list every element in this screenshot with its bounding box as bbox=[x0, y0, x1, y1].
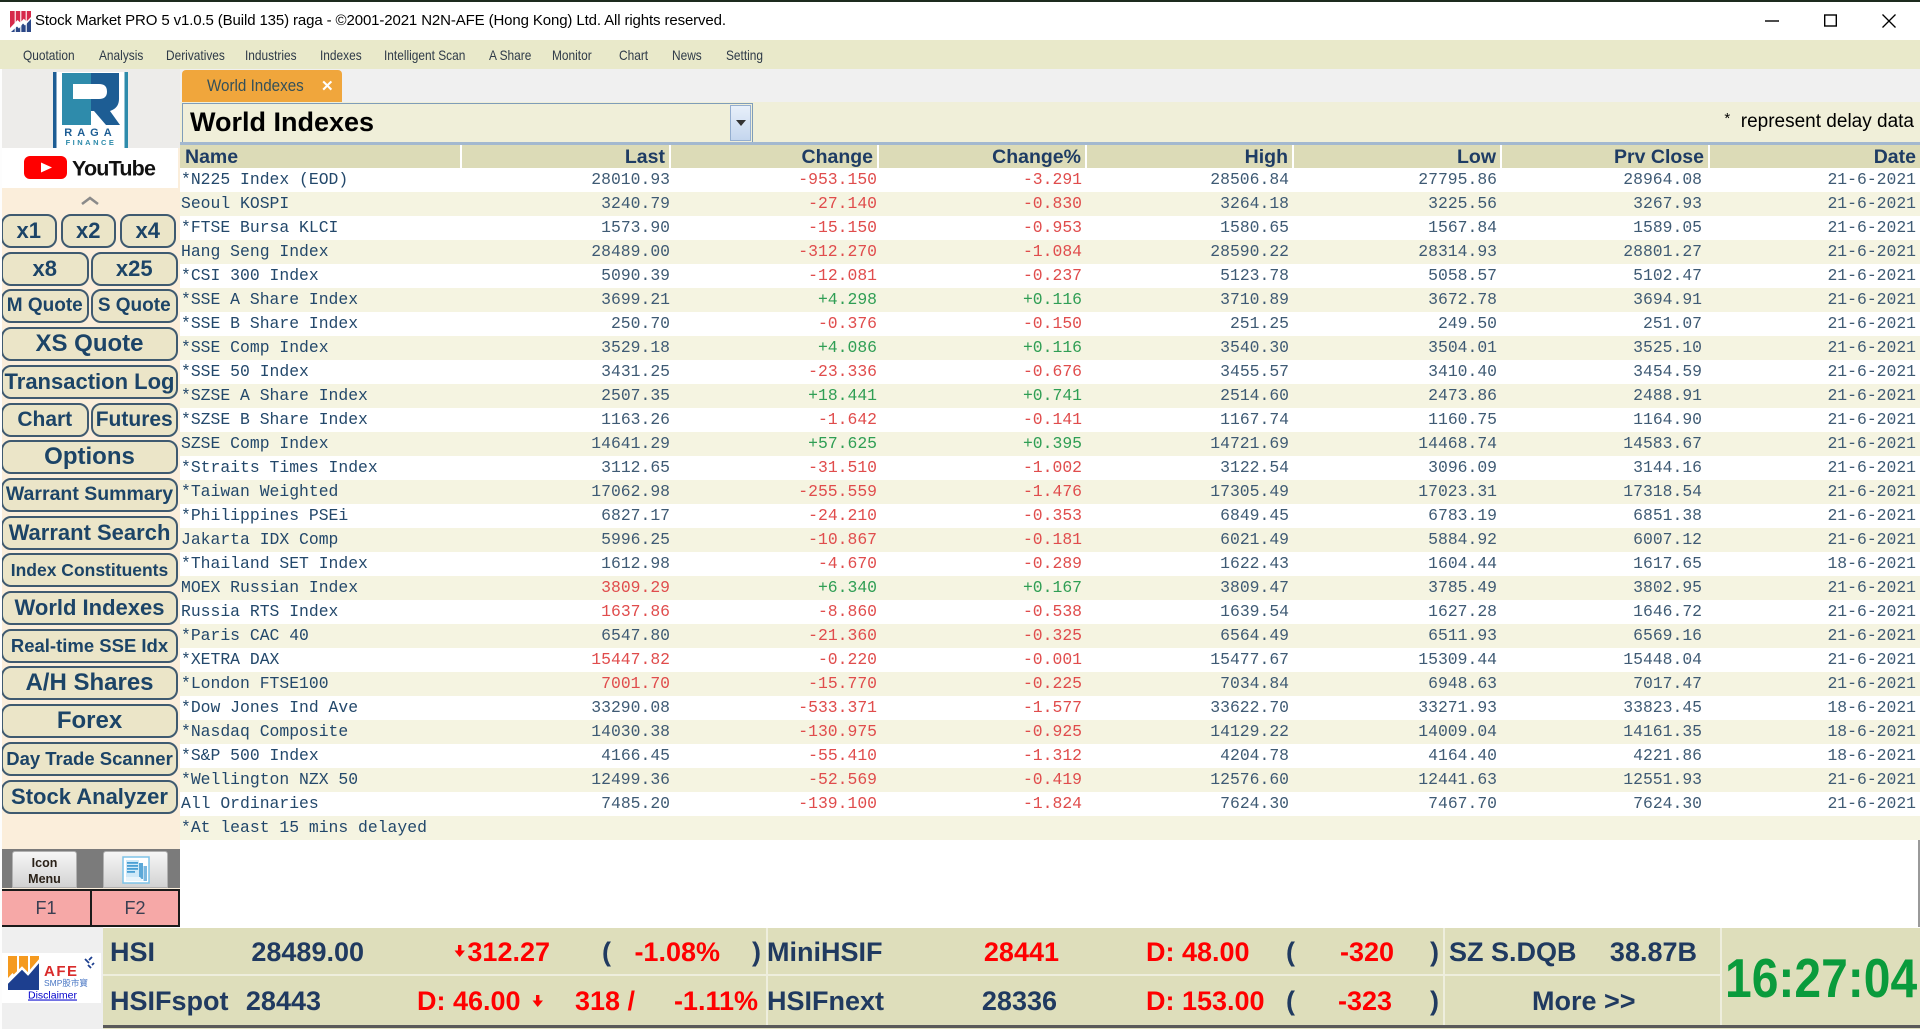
svg-text:FINANCE: FINANCE bbox=[66, 138, 117, 147]
svg-text:SMP股市寶: SMP股市寶 bbox=[44, 978, 88, 988]
svg-text:YouTube: YouTube bbox=[72, 157, 156, 181]
svg-text:Disclaimer: Disclaimer bbox=[28, 990, 78, 1002]
